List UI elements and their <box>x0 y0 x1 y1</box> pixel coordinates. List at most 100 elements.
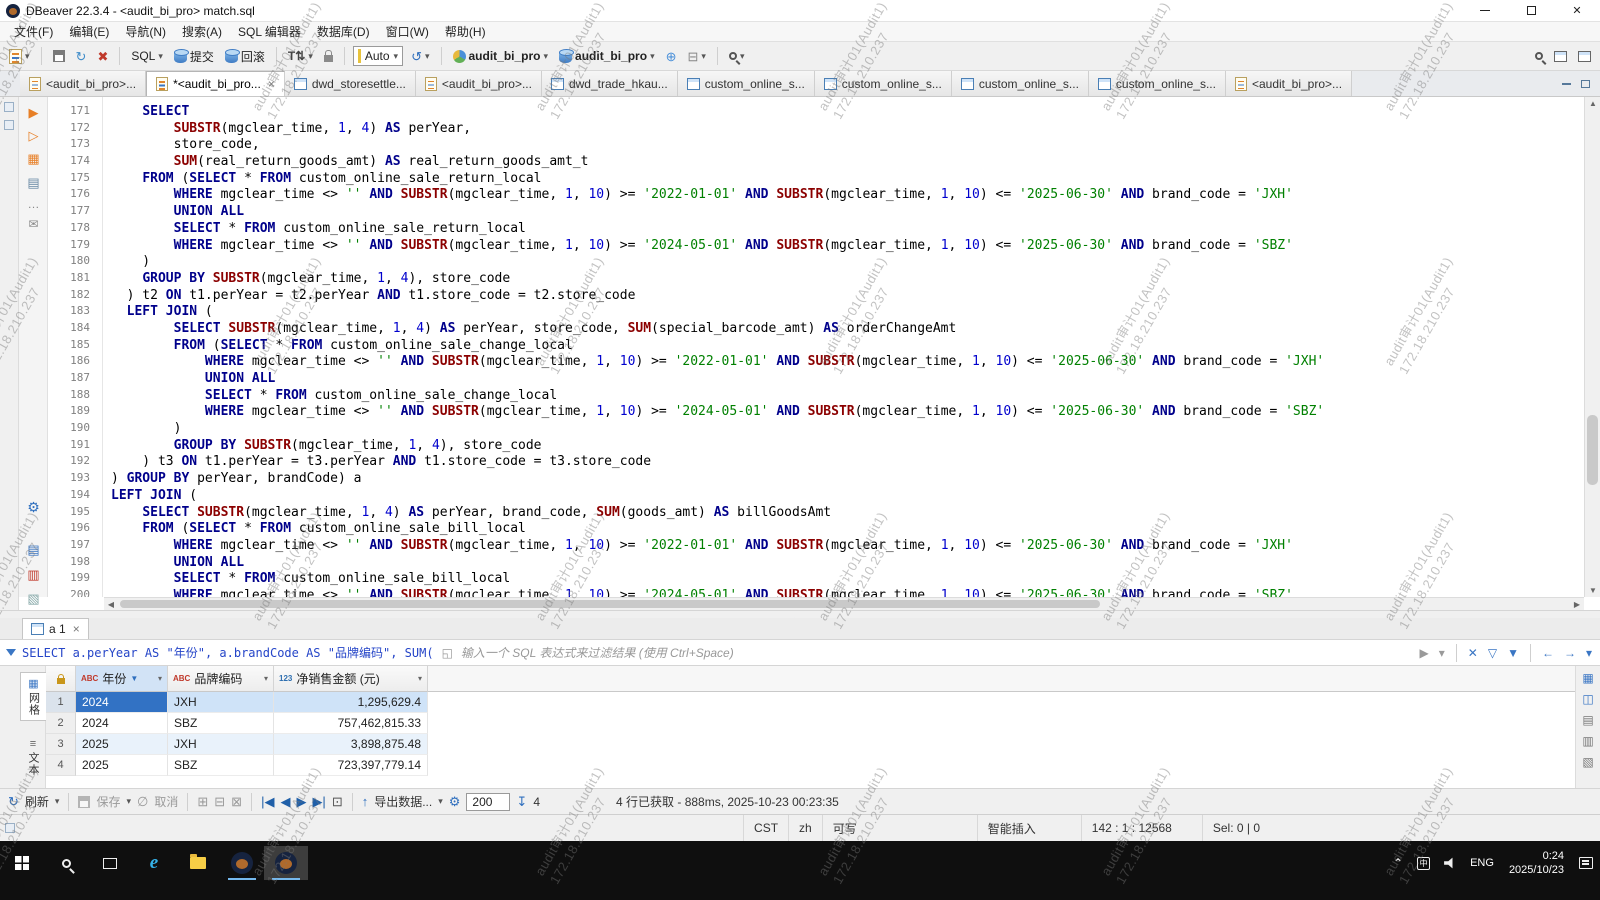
save-label[interactable]: 保存 <box>96 793 120 810</box>
table-cell[interactable]: SBZ <box>168 755 274 776</box>
editor-tab[interactable]: dwd_trade_hkau... <box>542 71 678 96</box>
search-button[interactable]: ▾ <box>726 49 748 64</box>
refresh-label[interactable]: 刷新 <box>25 793 49 810</box>
save-button[interactable] <box>50 48 68 64</box>
new-sql-editor-button[interactable]: ▾ <box>6 47 33 66</box>
fetch-next-icon[interactable]: ↧ <box>516 795 527 808</box>
cancel-label[interactable]: 取消 <box>154 793 178 810</box>
refresh-icon[interactable]: ↻ <box>8 795 19 808</box>
table-cell[interactable]: 3,898,875.48 <box>274 734 428 755</box>
editor-tab[interactable]: <audit_bi_pro>... <box>1226 71 1352 96</box>
mail-results-icon[interactable]: ✉ <box>19 217 48 231</box>
menu-item[interactable]: 帮助(H) <box>437 22 494 42</box>
abort-button[interactable]: ✖ <box>94 48 111 65</box>
quick-search-button[interactable] <box>1532 50 1546 62</box>
history-forward-icon[interactable]: → <box>1562 646 1578 660</box>
action-center-button[interactable] <box>1572 846 1600 880</box>
caret-position-indicator[interactable]: 142 : 1 : 12568 <box>1081 815 1182 841</box>
menu-item[interactable]: SQL 编辑器 <box>230 22 309 42</box>
row-number-cell[interactable]: 2 <box>46 713 76 734</box>
scroll-up-icon[interactable]: ▲ <box>1585 97 1600 110</box>
menu-item[interactable]: 数据库(D) <box>309 22 378 42</box>
input-language-button[interactable]: ENG <box>1463 846 1501 880</box>
horizontal-scroll-thumb[interactable] <box>120 600 1100 608</box>
next-page-icon[interactable]: ▶ <box>296 795 306 808</box>
export-icon[interactable]: ↑ <box>362 795 369 808</box>
execute-statement-icon[interactable]: ▶ <box>19 105 48 121</box>
table-cell[interactable]: 1,295,629.4 <box>274 692 428 713</box>
editor-tab[interactable]: custom_online_s... <box>815 71 952 96</box>
table-cell[interactable]: JXH <box>168 692 274 713</box>
close-button[interactable]: ✕ <box>1554 0 1600 22</box>
first-page-icon[interactable]: |◀ <box>261 795 274 808</box>
start-button[interactable] <box>0 846 44 880</box>
duplicate-row-icon[interactable]: ⊟ <box>214 795 225 808</box>
record-panel-icon[interactable]: ◫ <box>1582 693 1593 705</box>
code-area[interactable]: SELECT SUBSTR(mgclear_time, 1, 4) AS per… <box>104 97 1584 597</box>
save-filter-icon[interactable]: ▽ <box>1486 646 1499 660</box>
network-settings-button[interactable]: ⊕ <box>663 48 680 65</box>
grid-corner-cell[interactable] <box>46 666 76 692</box>
menu-item[interactable]: 编辑(E) <box>61 22 117 42</box>
editor-tab[interactable]: *<audit_bi_pro...× <box>146 71 285 96</box>
ime-tray-button[interactable]: 中 <box>1410 846 1437 880</box>
minimize-button[interactable] <box>1462 0 1508 22</box>
editor-tab[interactable]: <audit_bi_pro>... <box>20 71 146 96</box>
layout-toggle-button[interactable] <box>1575 49 1594 64</box>
output-panel-icon[interactable]: ▥ <box>19 567 48 583</box>
table-row[interactable]: 12024JXH1,295,629.4 <box>46 692 1575 713</box>
table-cell[interactable]: 2025 <box>76 755 168 776</box>
editor-tab[interactable]: custom_online_s... <box>952 71 1089 96</box>
chevron-down-icon[interactable]: ▾ <box>264 674 268 683</box>
table-cell[interactable]: SBZ <box>168 713 274 734</box>
connection-tools-button[interactable]: ⊟▾ <box>685 48 709 65</box>
last-page-icon[interactable]: ▶| <box>312 795 325 808</box>
fetch-page-icon[interactable]: ⊡ <box>332 795 343 808</box>
column-header[interactable]: ABC年份▼▾ <box>76 666 168 692</box>
delete-row-icon[interactable]: ⊠ <box>231 795 242 808</box>
row-number-cell[interactable]: 1 <box>46 692 76 713</box>
taskbar-search-button[interactable] <box>44 846 88 880</box>
execute-in-tab-icon[interactable]: ▷ <box>19 128 48 144</box>
row-number-cell[interactable]: 4 <box>46 755 76 776</box>
references-panel-icon[interactable]: ▥ <box>1582 735 1593 747</box>
chevron-down-icon[interactable]: ▾ <box>418 674 422 683</box>
sql-dialect-selector[interactable]: SQL▾ <box>128 47 166 65</box>
expand-filter-icon[interactable]: ◱ <box>440 646 455 660</box>
scroll-down-icon[interactable]: ▼ <box>1585 584 1600 597</box>
hidden-icons-button[interactable]: ⌃ <box>1386 846 1410 880</box>
chevron-down-icon[interactable]: ▾ <box>126 796 131 807</box>
transaction-log-button[interactable]: ↺▾ <box>408 48 432 65</box>
rollback-button[interactable]: 回滚 <box>222 46 268 67</box>
table-cell[interactable]: 723,397,779.14 <box>274 755 428 776</box>
calc-panel-icon[interactable]: ▧ <box>1582 756 1593 768</box>
column-header[interactable]: 123净销售金额 (元)▾ <box>274 666 428 692</box>
history-back-icon[interactable]: ← <box>1540 646 1556 660</box>
log-panel-icon[interactable]: ▤ <box>19 542 48 558</box>
task-view-button[interactable] <box>88 846 132 880</box>
add-row-icon[interactable]: ⊞ <box>197 795 208 808</box>
results-grid[interactable]: ABC年份▼▾ABC品牌编码▾123净销售金额 (元)▾ 12024JXH1,2… <box>46 666 1575 788</box>
table-row[interactable]: 22024SBZ757,462,815.33 <box>46 713 1575 734</box>
more-actions-icon[interactable]: … <box>19 197 48 211</box>
menu-item[interactable]: 导航(N) <box>117 22 174 42</box>
save-icon[interactable] <box>78 796 90 808</box>
column-filter-icon[interactable]: ▼ <box>130 674 138 683</box>
maximize-view-icon[interactable] <box>1581 80 1590 88</box>
editor-tab[interactable]: dwd_storesettle... <box>285 71 416 96</box>
table-cell[interactable]: 2024 <box>76 692 168 713</box>
editor-tab[interactable]: custom_online_s... <box>1089 71 1226 96</box>
file-explorer-button[interactable] <box>176 846 220 880</box>
editor-horizontal-scrollbar[interactable]: ◀ ▶ <box>104 597 1584 610</box>
fetch-size-input[interactable]: 200 <box>466 793 510 811</box>
text-presentation-tab[interactable]: ≡ 文本 <box>20 734 46 780</box>
table-cell[interactable]: JXH <box>168 734 274 755</box>
filter-input[interactable]: 输入一个 SQL 表达式来过滤结果 (使用 Ctrl+Space) <box>461 644 1412 661</box>
taskbar-clock[interactable]: 0:24 2025/10/23 <box>1501 846 1572 880</box>
connection-selector[interactable]: audit_bi_pro▾ <box>450 47 552 65</box>
transaction-mode-button[interactable]: T⇅▾ <box>285 47 316 65</box>
chevron-down-icon[interactable]: ▾ <box>55 796 60 807</box>
vertical-scroll-thumb[interactable] <box>1587 415 1598 485</box>
cancel-icon[interactable]: ∅ <box>137 795 148 808</box>
maximize-button[interactable] <box>1508 0 1554 22</box>
